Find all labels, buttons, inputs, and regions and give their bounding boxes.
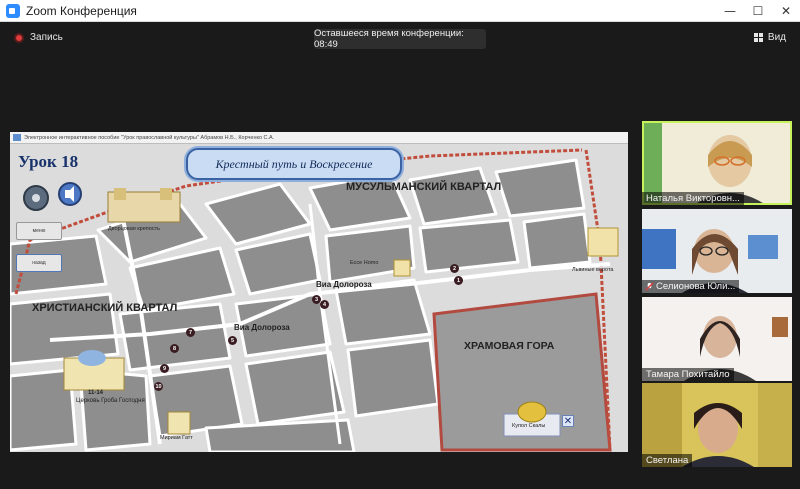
participant-tile[interactable]: Наталья Викторовн... xyxy=(642,121,792,205)
participant-name: Селионова Юли... xyxy=(642,280,740,293)
station-7[interactable]: 7 xyxy=(186,328,195,337)
maximize-button[interactable]: ☐ xyxy=(744,0,772,22)
app-window-icon xyxy=(13,134,21,141)
minimize-button[interactable]: — xyxy=(716,0,744,22)
via-dolorosa-label-1: Виа Долороза xyxy=(316,280,372,289)
building-lions-gate[interactable] xyxy=(587,227,619,257)
back-button[interactable]: назад xyxy=(16,254,62,272)
station-10[interactable]: 10 xyxy=(154,382,163,391)
station-8[interactable]: 8 xyxy=(170,344,179,353)
lesson-topic-banner: Крестный путь и Воскресение xyxy=(186,148,402,180)
station-1[interactable]: 1 xyxy=(454,276,463,285)
record-label: Запись xyxy=(30,32,63,43)
grid-view-icon xyxy=(753,33,763,42)
window-controls: — ☐ ✕ xyxy=(716,0,800,22)
shared-window-title: Электронное интерактивное пособие "Урок … xyxy=(24,135,275,141)
window-titlebar: Zoom Конференция — ☐ ✕ xyxy=(0,0,800,22)
view-label: Вид xyxy=(767,32,786,43)
building-ecce-homo[interactable] xyxy=(393,259,411,277)
lesson-topic-text: Крестный путь и Воскресение xyxy=(215,156,373,171)
lesson-title: Урок 18 xyxy=(18,152,79,171)
record-icon xyxy=(14,32,24,43)
video-reel-icon[interactable] xyxy=(23,185,49,211)
temple-mount-label: ХРАМОВАЯ ГОРА xyxy=(464,340,555,352)
sepulchre-number: 11-14 xyxy=(88,390,104,396)
participant-tile[interactable]: Светлана xyxy=(642,383,792,467)
participant-name: Тамара Похитайло xyxy=(642,368,734,381)
meeting-top-bar: Запись Оставшееся время конференции: 08:… xyxy=(0,23,800,53)
zoom-app-icon xyxy=(6,3,20,18)
station-5[interactable]: 5 xyxy=(228,336,237,345)
station-2[interactable]: 2 xyxy=(450,264,459,273)
station-9[interactable]: 9 xyxy=(160,364,169,373)
building-antonia[interactable] xyxy=(107,188,181,223)
building-small-church[interactable] xyxy=(167,411,191,435)
wall-label: Мириам Гатт xyxy=(160,435,193,441)
window-title: Zoom Конференция xyxy=(26,3,137,18)
participant-name: Светлана xyxy=(642,454,693,467)
station-4[interactable]: 4 xyxy=(320,300,329,309)
meeting-timer: Оставшееся время конференции: 08:49 xyxy=(314,28,486,50)
participant-tile[interactable]: Тамара Похитайло xyxy=(642,297,792,381)
participant-tile[interactable]: Селионова Юли... xyxy=(642,209,792,293)
record-indicator[interactable]: Запись xyxy=(14,32,63,43)
ecce-homo-label: Ecce Homo xyxy=(350,260,379,266)
dome-rock-label: Купол Скалы xyxy=(512,423,546,429)
shared-screen: Электронное интерактивное пособие "Урок … xyxy=(10,132,628,452)
muslim-quarter-label: МУСУЛЬМАНСКИЙ КВАРТАЛ xyxy=(346,181,502,193)
shared-window-titlebar: Электронное интерактивное пособие "Урок … xyxy=(10,132,628,144)
antonia-label: Дворцовая крепость xyxy=(108,226,160,232)
christian-quarter-label: ХРИСТИАНСКИЙ КВАРТАЛ xyxy=(32,302,178,314)
sepulchre-label: Церковь Гроба Господня xyxy=(76,398,145,404)
via-dolorosa-label-2: Виа Долороза xyxy=(234,323,290,332)
view-button[interactable]: Вид xyxy=(753,32,786,43)
menu-button[interactable]: меню xyxy=(16,222,62,240)
mic-muted-icon xyxy=(645,282,654,291)
participant-name: Наталья Викторовн... xyxy=(642,192,744,205)
close-button[interactable]: ✕ xyxy=(772,0,800,22)
sound-icon[interactable] xyxy=(58,182,82,206)
lions-gate-label: Львиные ворота xyxy=(572,267,614,273)
lesson-close-button[interactable]: ✕ xyxy=(562,415,574,427)
